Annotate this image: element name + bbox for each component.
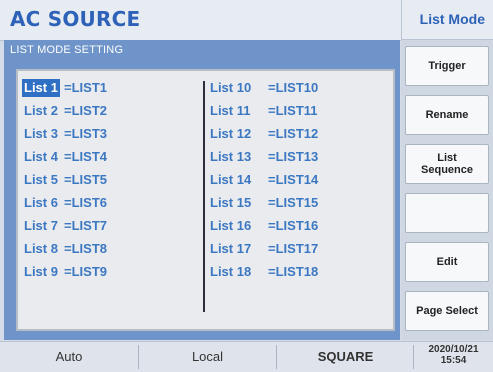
- list-label: List 6: [24, 195, 58, 210]
- edit-button[interactable]: Edit: [405, 242, 489, 282]
- list-item[interactable]: List 4 =LIST4: [24, 148, 107, 171]
- page-select-button[interactable]: Page Select: [405, 291, 489, 331]
- list-label: List 17: [210, 241, 252, 256]
- list-column-right: List 10 =LIST10 List 11 =LIST11 List 12 =LI…: [210, 79, 318, 286]
- list-value: =LIST8: [64, 241, 107, 256]
- list-item[interactable]: List 7 =LIST7: [24, 217, 107, 240]
- list-value: =LIST6: [64, 195, 107, 210]
- list-value: =LIST1: [64, 80, 107, 95]
- list-sequence-button[interactable]: List Sequence: [405, 144, 489, 184]
- list-item[interactable]: List 11 =LIST11: [210, 102, 318, 125]
- list-value: =LIST7: [64, 218, 107, 233]
- header-bar: AC SOURCE: [0, 0, 401, 41]
- list-value: =LIST3: [64, 126, 107, 141]
- list-label: List 7: [24, 218, 58, 233]
- list-label: List 2: [24, 103, 58, 118]
- list-label: List 10: [210, 80, 252, 95]
- status-datetime: 2020/10/21 15:54: [414, 344, 493, 366]
- list-value: =LIST18: [268, 264, 319, 279]
- status-local: Local: [191, 349, 224, 364]
- list-value: =LIST11: [268, 103, 318, 118]
- list-value: =LIST15: [268, 195, 319, 210]
- list-item[interactable]: List 3 =LIST3: [24, 125, 107, 148]
- ac-source-screen: AC SOURCE List Mode LIST MODE SETTING Li…: [0, 0, 493, 372]
- list-item[interactable]: List 18 =LIST18: [210, 263, 318, 286]
- list-value: =LIST4: [64, 149, 107, 164]
- softkey-column: Trigger Rename List Sequence Edit Page Se…: [401, 40, 493, 340]
- list-label: List 12: [210, 126, 252, 141]
- status-time: 15:54: [440, 355, 467, 366]
- list-item[interactable]: List 14 =LIST14: [210, 171, 318, 194]
- list-value: =LIST17: [268, 241, 319, 256]
- list-label: List 18: [210, 264, 252, 279]
- list-label: List 3: [24, 126, 58, 141]
- list-column-left: List 1 =LIST1 List 2 =LIST2 List 3 =LIST3 L…: [22, 79, 107, 286]
- list-item[interactable]: List 1 =LIST1: [22, 79, 107, 102]
- list-value: =LIST5: [64, 172, 107, 187]
- list-label: List 8: [24, 241, 58, 256]
- list-label: List 9: [24, 264, 58, 279]
- list-value: =LIST14: [268, 172, 319, 187]
- list-item[interactable]: List 15 =LIST15: [210, 194, 318, 217]
- list-item[interactable]: List 8 =LIST8: [24, 240, 107, 263]
- status-bar: Auto Local SQUARE 2020/10/21 15:54: [0, 341, 493, 372]
- status-waveform: SQUARE: [317, 349, 374, 364]
- app-title: AC SOURCE: [10, 7, 141, 31]
- list-label: List 15: [210, 195, 252, 210]
- list-label: List 11: [210, 103, 251, 118]
- column-divider: [203, 81, 205, 312]
- list-item[interactable]: List 17 =LIST17: [210, 240, 318, 263]
- list-label: List 13: [210, 149, 252, 164]
- list-item[interactable]: List 12 =LIST12: [210, 125, 318, 148]
- list-label: List 14: [210, 172, 252, 187]
- list-label: List 16: [210, 218, 252, 233]
- list-value: =LIST2: [64, 103, 107, 118]
- list-value: =LIST10: [268, 80, 319, 95]
- list-label: List 1: [22, 79, 60, 97]
- status-auto: Auto: [55, 349, 83, 364]
- list-value: =LIST16: [268, 218, 319, 233]
- mode-header: List Mode: [401, 0, 493, 40]
- list-item[interactable]: List 6 =LIST6: [24, 194, 107, 217]
- list-item[interactable]: List 9 =LIST9: [24, 263, 107, 286]
- list-item[interactable]: List 2 =LIST2: [24, 102, 107, 125]
- list-label: List 5: [24, 172, 58, 187]
- list-value: =LIST9: [64, 264, 107, 279]
- trigger-button[interactable]: Trigger: [405, 46, 489, 86]
- list-label: List 4: [24, 149, 58, 164]
- rename-button[interactable]: Rename: [405, 95, 489, 135]
- status-date: 2020/10/21: [428, 344, 479, 355]
- list-item[interactable]: List 10 =LIST10: [210, 79, 318, 102]
- list-item[interactable]: List 13 =LIST13: [210, 148, 318, 171]
- list-box: List 1 =LIST1 List 2 =LIST2 List 3 =LIST3 L…: [16, 69, 395, 331]
- list-mode-panel: LIST MODE SETTING List 1 =LIST1 List 2 =LI…: [4, 40, 400, 340]
- mode-title: List Mode: [419, 11, 485, 27]
- panel-title: LIST MODE SETTING: [10, 44, 124, 56]
- list-value: =LIST13: [268, 149, 319, 164]
- list-value: =LIST12: [268, 126, 319, 141]
- blank-softkey-button[interactable]: [405, 193, 489, 233]
- list-item[interactable]: List 16 =LIST16: [210, 217, 318, 240]
- list-item[interactable]: List 5 =LIST5: [24, 171, 107, 194]
